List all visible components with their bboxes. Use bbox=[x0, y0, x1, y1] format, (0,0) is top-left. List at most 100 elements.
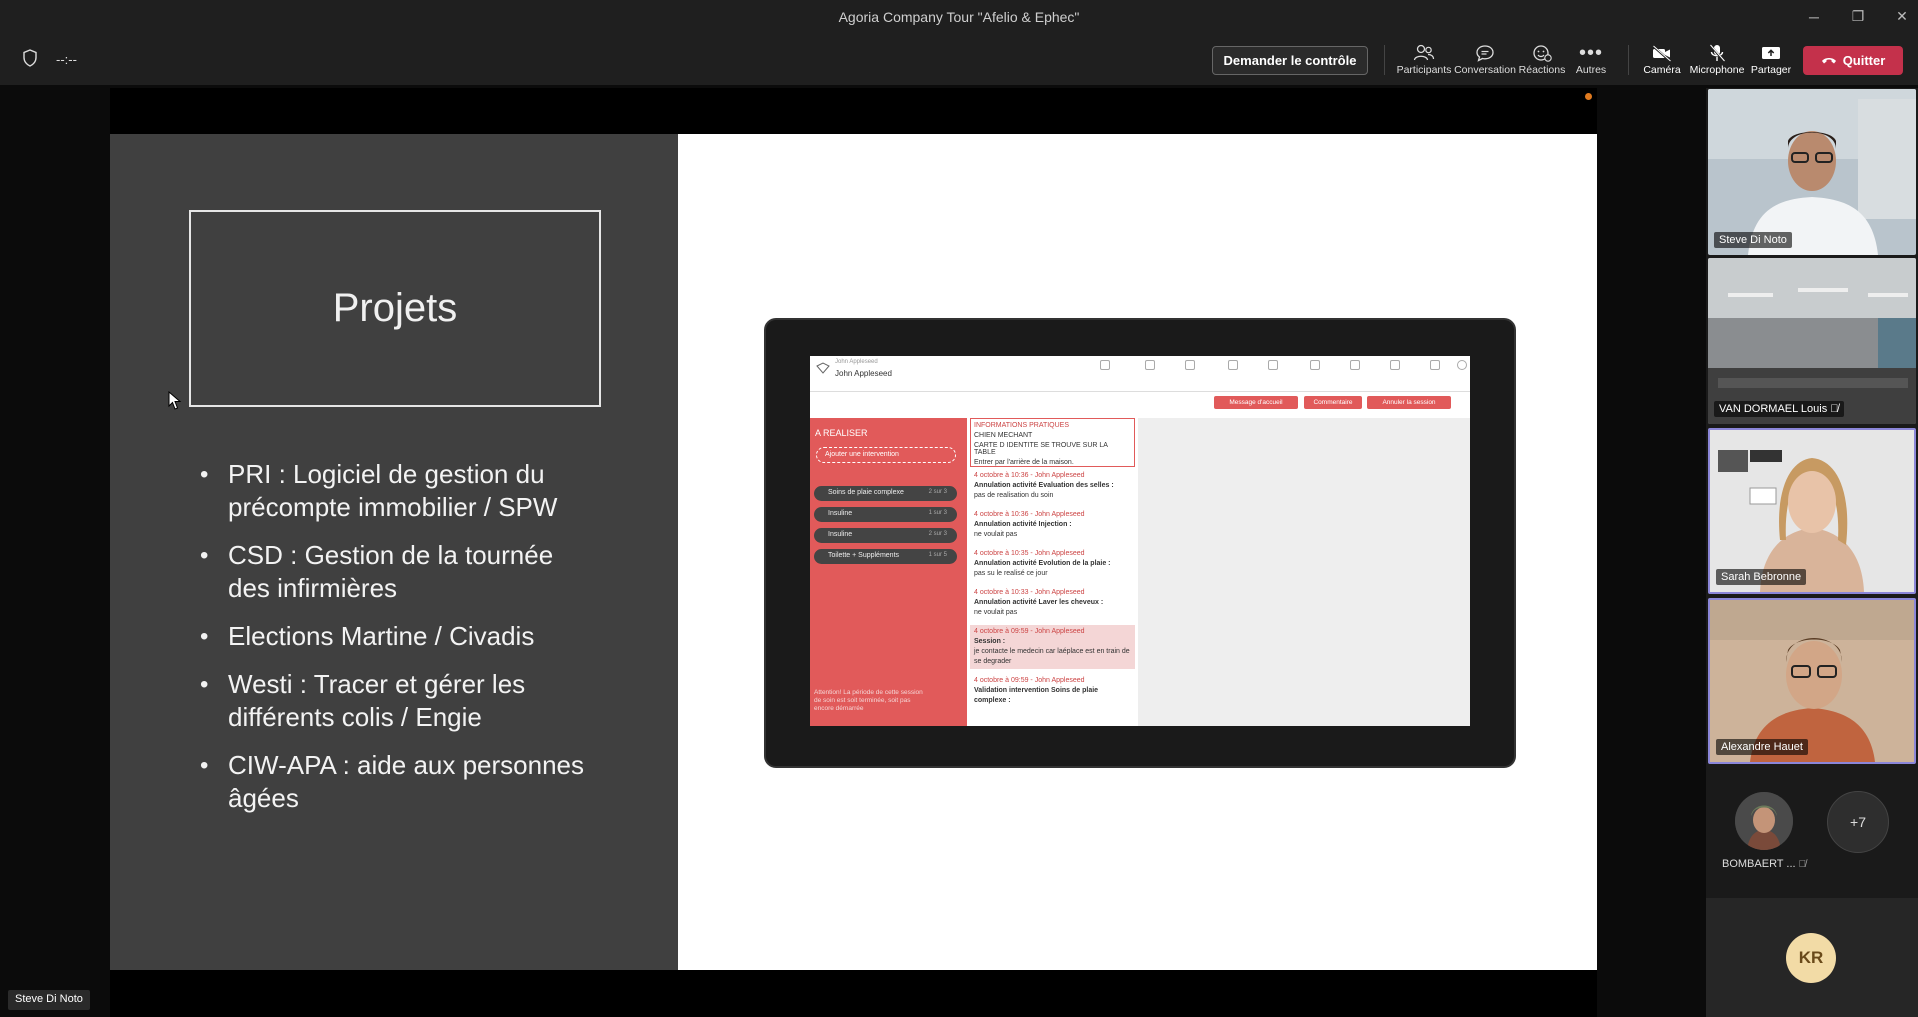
to-do-panel: A REALISER Ajouter une intervention Soin… bbox=[810, 418, 967, 726]
participant-video-tile-active[interactable]: Alexandre Hauet bbox=[1708, 598, 1916, 764]
log-entry-date: 4 octobre à 10:35 - John Appleseed bbox=[974, 550, 1085, 557]
microphone-off-icon bbox=[1707, 42, 1727, 64]
document-icon[interactable] bbox=[1145, 360, 1155, 370]
toolbar-divider bbox=[1628, 45, 1629, 75]
treatment-icon[interactable] bbox=[1185, 360, 1195, 370]
log-entry-date: 4 octobre à 09:59 - John Appleseed bbox=[974, 628, 1085, 635]
log-entry-date: 4 octobre à 09:59 - John Appleseed bbox=[974, 677, 1085, 684]
conversation-button[interactable]: Conversation bbox=[1453, 42, 1517, 80]
log-entry-title: Annulation activité Evolution de la plai… bbox=[974, 560, 1111, 567]
app-user-name: John Appleseed bbox=[835, 369, 892, 378]
folder-icon[interactable] bbox=[1228, 360, 1238, 370]
more-dots-icon: ••• bbox=[1578, 42, 1603, 64]
session-warning: Attention! La période de cette session d… bbox=[814, 689, 923, 712]
log-entry-title: Annulation activité Evaluation des selle… bbox=[974, 482, 1114, 489]
share-button[interactable]: Partager bbox=[1739, 42, 1803, 80]
calendar-icon[interactable] bbox=[1430, 360, 1440, 370]
practical-info-box: INFORMATIONS PRATIQUES CHIEN MECHANT CAR… bbox=[970, 418, 1135, 467]
add-intervention-button[interactable]: Ajouter une intervention bbox=[816, 447, 956, 463]
intervention-pill[interactable]: Toilette + Suppléments 1 sur 5 bbox=[814, 549, 957, 564]
participant-name: Steve Di Noto bbox=[1714, 232, 1792, 248]
participant-small-name: BOMBAERT ... 🎙̸ bbox=[1722, 858, 1806, 870]
to-do-title: A REALISER bbox=[815, 428, 868, 438]
more-participants-button[interactable]: +7 bbox=[1827, 791, 1889, 853]
pill-count: 2 sur 3 bbox=[928, 531, 947, 537]
log-entry-text: je contacte le medecin car laéplace est … bbox=[974, 648, 1130, 665]
welcome-message-button[interactable]: Message d'accueil bbox=[1214, 396, 1298, 409]
log-entry-text: pas su le realisé ce jour bbox=[974, 570, 1048, 577]
intervention-pill[interactable]: Insuline 2 sur 3 bbox=[814, 528, 957, 543]
log-entry-highlighted: 4 octobre à 09:59 - John Appleseed Sessio… bbox=[970, 625, 1135, 669]
participant-video bbox=[1708, 258, 1916, 424]
camera-label: Caméra bbox=[1643, 64, 1681, 76]
cancel-session-button[interactable]: Annuler la session bbox=[1367, 396, 1451, 409]
participant-name: Sarah Bebronne bbox=[1716, 569, 1807, 585]
log-entry: 4 octobre à 10:35 - John Appleseed Annula… bbox=[970, 547, 1135, 581]
participant-video bbox=[1708, 89, 1916, 255]
slide-bullet: CSD : Gestion de la tournée des infirmiè… bbox=[198, 539, 598, 605]
clock-icon[interactable] bbox=[1100, 360, 1110, 370]
quit-button[interactable]: Quitter bbox=[1803, 46, 1903, 75]
participants-button[interactable]: Participants bbox=[1392, 42, 1456, 80]
log-entry: 4 octobre à 10:33 - John Appleseed Annula… bbox=[970, 586, 1135, 620]
log-entry: 4 octobre à 09:59 - John Appleseed Valida… bbox=[970, 674, 1135, 708]
pill-count: 1 sur 3 bbox=[928, 510, 947, 516]
toolbar-divider bbox=[1384, 45, 1385, 75]
restore-icon[interactable]: ❐ bbox=[1850, 8, 1866, 25]
history-icon[interactable] bbox=[1350, 360, 1360, 370]
pill-label: Soins de plaie complexe bbox=[828, 489, 904, 496]
window-controls: ─ ❐ ✕ bbox=[1806, 0, 1910, 33]
slide-title-box: Projets bbox=[189, 210, 601, 407]
participant-small-name-text: BOMBAERT ... bbox=[1722, 858, 1796, 870]
participants-label: Participants bbox=[1396, 64, 1452, 76]
participant-initials-avatar[interactable]: KR bbox=[1786, 933, 1836, 983]
practical-info-line: CARTE D IDENTITE SE TROUVE SUR LA TABLE bbox=[974, 442, 1108, 456]
log-entry-title: Annulation activité Injection : bbox=[974, 521, 1072, 528]
app-logo-icon bbox=[816, 362, 830, 376]
log-entry-title: Validation intervention Soins de plaie c… bbox=[974, 687, 1099, 704]
slide-bullet-list: PRI : Logiciel de gestion du précompte i… bbox=[198, 458, 598, 830]
participant-name: Alexandre Hauet bbox=[1716, 739, 1808, 755]
log-entry: 4 octobre à 10:36 - John Appleseed Annula… bbox=[970, 508, 1135, 542]
request-control-button[interactable]: Demander le contrôle bbox=[1212, 46, 1368, 75]
pill-count: 1 sur 5 bbox=[928, 552, 947, 558]
minimize-icon[interactable]: ─ bbox=[1806, 9, 1822, 25]
practical-info-line: CHIEN MECHANT bbox=[974, 432, 1033, 439]
presenter-name-label: Steve Di Noto bbox=[8, 990, 90, 1010]
practical-info-line: Entrer par l'arrière de la maison. bbox=[974, 459, 1074, 466]
practical-info-title: INFORMATIONS PRATIQUES bbox=[974, 422, 1070, 429]
log-entry: 4 octobre à 10:36 - John Appleseed Annula… bbox=[970, 469, 1135, 503]
participant-video-tile[interactable]: VAN DORMAEL Louis 🎙̸ bbox=[1708, 258, 1916, 424]
more-label: Autres bbox=[1575, 64, 1607, 76]
slide-bullet: PRI : Logiciel de gestion du précompte i… bbox=[198, 458, 598, 524]
slide-title: Projets bbox=[332, 286, 458, 330]
share-screen-icon bbox=[1760, 42, 1782, 64]
participant-video-tile-active[interactable]: Sarah Bebronne bbox=[1708, 428, 1916, 594]
slide-bullet: CIW-APA : aide aux personnes âgées bbox=[198, 749, 598, 815]
log-entry-date: 4 octobre à 10:33 - John Appleseed bbox=[974, 589, 1085, 596]
log-entry-title: Session : bbox=[974, 638, 1006, 645]
pill-label: Insuline bbox=[828, 531, 853, 538]
pill-label: Insuline bbox=[828, 510, 853, 517]
comment-button[interactable]: Commentaire bbox=[1304, 396, 1362, 409]
camera-off-icon bbox=[1651, 42, 1673, 64]
participant-avatar[interactable] bbox=[1735, 792, 1793, 850]
info-icon[interactable] bbox=[1457, 360, 1467, 370]
heart-icon[interactable] bbox=[1268, 360, 1278, 370]
share-label: Partager bbox=[1750, 64, 1792, 76]
mouse-cursor-icon bbox=[168, 390, 182, 416]
participant-name-text: VAN DORMAEL Louis bbox=[1719, 403, 1828, 415]
more-button[interactable]: ••• Autres bbox=[1559, 42, 1623, 80]
log-entry-text: ne voulait pas bbox=[974, 531, 1018, 538]
parameters-icon[interactable] bbox=[1390, 360, 1400, 370]
window-titlebar: Agoria Company Tour "Afelio & Ephec" ─ ❐… bbox=[0, 0, 1918, 33]
intervention-pill[interactable]: Soins de plaie complexe 2 sur 3 bbox=[814, 486, 957, 501]
participant-video-tile[interactable]: Steve Di Noto bbox=[1708, 89, 1916, 255]
close-icon[interactable]: ✕ bbox=[1894, 8, 1910, 25]
app-header: John Appleseed John Appleseed bbox=[810, 356, 1470, 392]
file-icon[interactable] bbox=[1310, 360, 1320, 370]
log-entry-date: 4 octobre à 10:36 - John Appleseed bbox=[974, 472, 1085, 479]
intervention-pill[interactable]: Insuline 1 sur 3 bbox=[814, 507, 957, 522]
people-icon bbox=[1413, 42, 1435, 64]
pill-label: Toilette + Suppléments bbox=[828, 552, 900, 559]
